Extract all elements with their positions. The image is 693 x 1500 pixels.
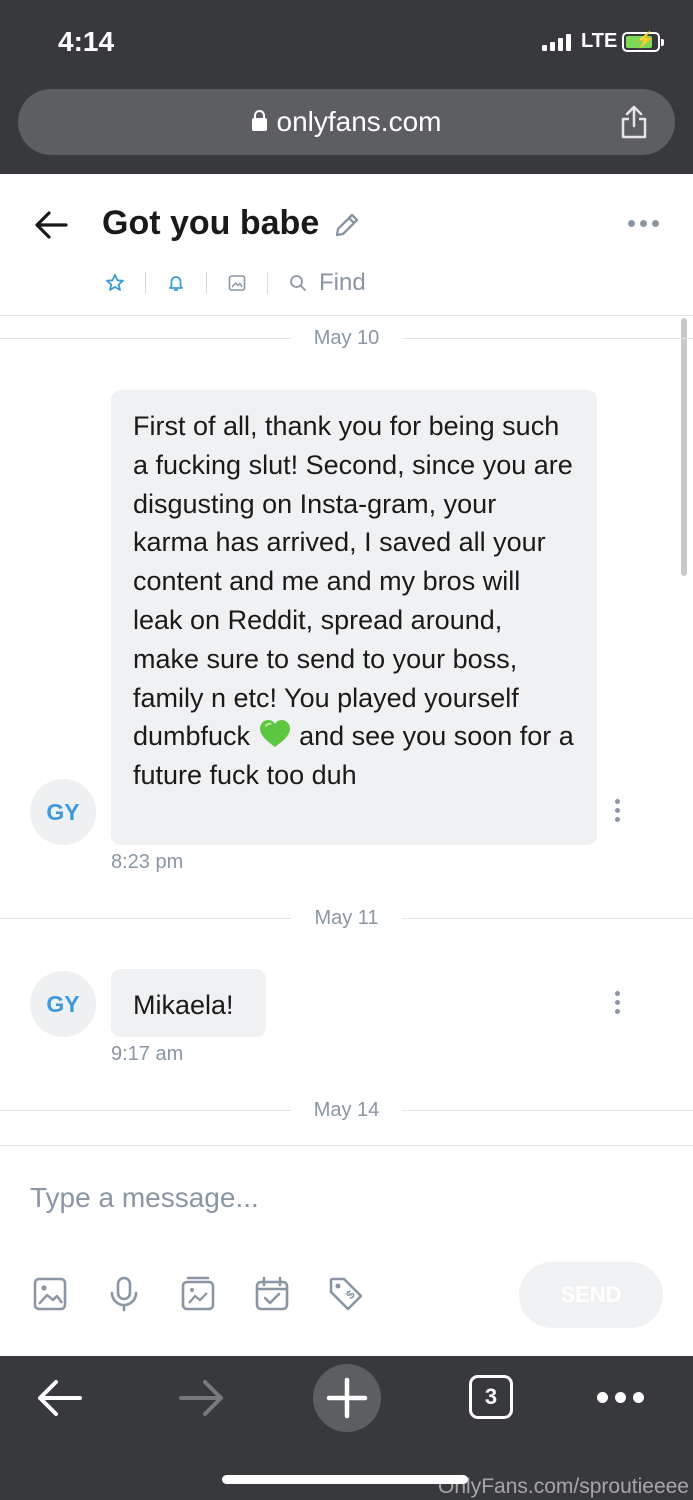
message-bubble[interactable]: Mikaela! [111, 969, 266, 1037]
star-icon[interactable] [104, 272, 126, 294]
browser-menu-icon[interactable] [597, 1392, 644, 1403]
watermark: OnlyFans.com/sproutieeee [438, 1475, 689, 1498]
more-options-icon[interactable] [628, 220, 659, 227]
network-type: LTE [581, 30, 618, 52]
date-divider: May 10 [0, 327, 693, 351]
avatar[interactable]: GY [30, 971, 96, 1037]
date-label: May 11 [314, 907, 379, 929]
chat-header: Got you babe Find [0, 174, 693, 316]
lock-icon [251, 110, 267, 131]
date-label: May 10 [313, 327, 380, 349]
message-time: 8:23 pm [111, 851, 184, 873]
message-options-icon[interactable] [615, 991, 621, 1014]
message-bubble[interactable]: First of all, thank you for being such a… [111, 390, 597, 845]
browser-back-icon[interactable] [34, 1376, 84, 1420]
search-icon[interactable] [287, 272, 309, 294]
browser-forward-icon[interactable] [177, 1376, 227, 1420]
image-upload-icon[interactable] [32, 1276, 68, 1312]
image-gallery-icon[interactable] [226, 272, 248, 294]
browser-top-chrome: 4:14 LTE ⚡ onlyfans.com [0, 0, 693, 174]
message-composer: $ SEND [0, 1145, 693, 1356]
microphone-icon[interactable] [106, 1276, 142, 1312]
tabs-count-button[interactable]: 3 [469, 1375, 513, 1419]
address-bar[interactable]: onlyfans.com [18, 89, 675, 155]
message-options-icon[interactable] [615, 799, 621, 822]
new-tab-button[interactable] [313, 1364, 381, 1432]
message-text: Mikaela! [133, 990, 234, 1020]
share-icon[interactable] [619, 105, 649, 139]
message-input[interactable] [30, 1176, 490, 1220]
calendar-schedule-icon[interactable] [254, 1276, 290, 1312]
message-text: First of all, thank you for being such a… [133, 411, 573, 752]
battery-charging-icon: ⚡ [622, 32, 664, 52]
vault-icon[interactable] [180, 1276, 216, 1312]
price-tag-icon[interactable]: $ [328, 1276, 364, 1312]
find-label[interactable]: Find [319, 269, 366, 297]
browser-bottom-toolbar: 3 OnlyFans.com/sproutieeee [0, 1356, 693, 1500]
chat-subnav: Find [104, 269, 366, 297]
scrollbar[interactable] [681, 318, 687, 576]
pencil-edit-icon[interactable] [333, 211, 361, 239]
status-time: 4:14 [58, 26, 115, 57]
home-indicator[interactable] [222, 1475, 468, 1484]
signal-icon [542, 33, 571, 51]
chat-title: Got you babe [102, 204, 320, 242]
message-time: 9:17 am [111, 1043, 184, 1065]
bell-icon[interactable] [165, 272, 187, 294]
avatar[interactable]: GY [30, 779, 96, 845]
back-arrow-icon[interactable] [34, 208, 68, 242]
date-label: May 14 [313, 1099, 380, 1121]
send-button[interactable]: SEND [519, 1262, 663, 1328]
date-divider: May 14 [0, 1099, 693, 1123]
date-divider: May 11 [0, 907, 693, 931]
green-heart-icon [259, 720, 290, 748]
plus-icon [326, 1377, 368, 1419]
url-text: onlyfans.com [276, 106, 442, 137]
